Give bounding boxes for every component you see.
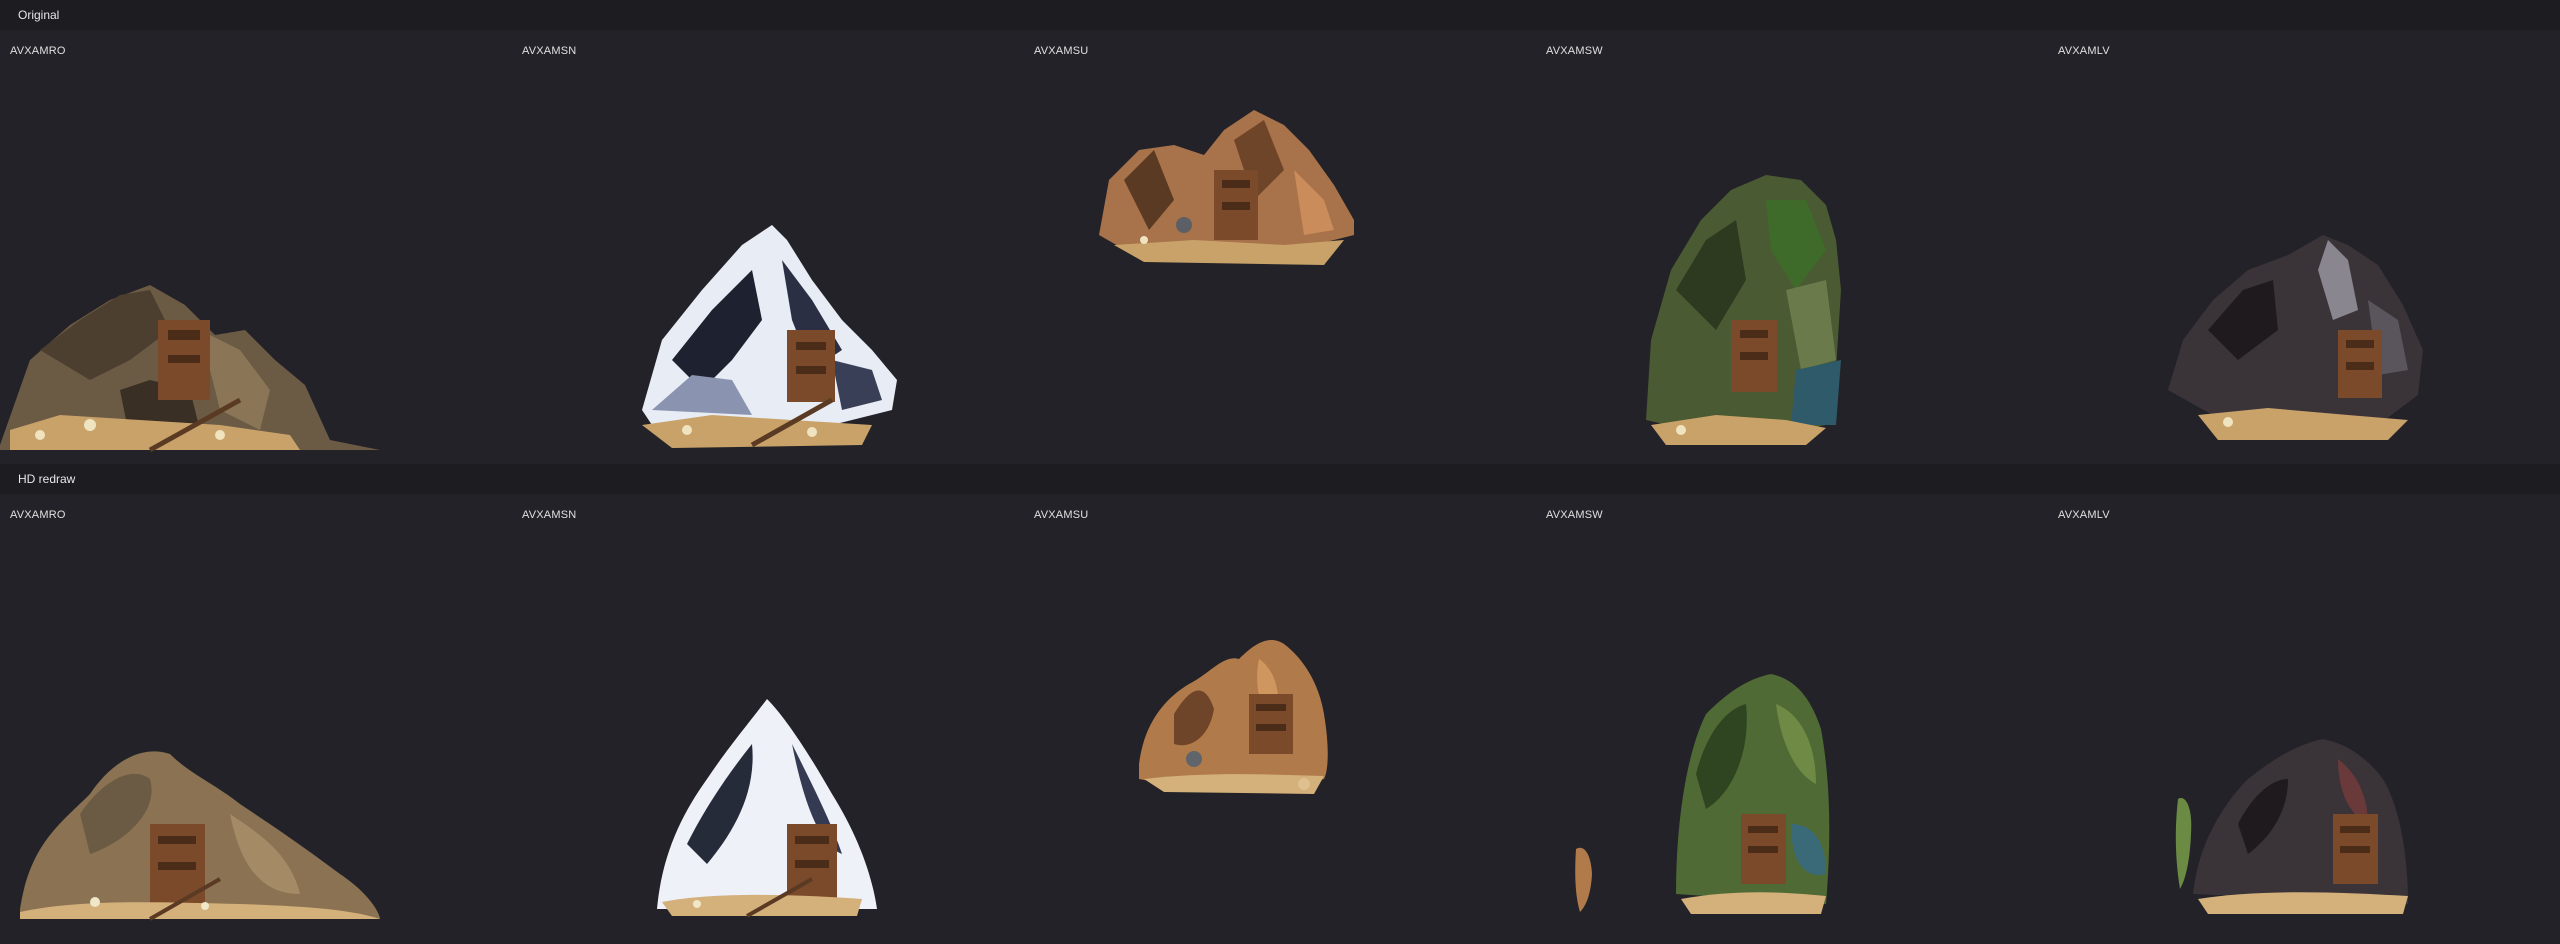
rough-mine-sprite-original xyxy=(0,285,380,453)
section-title-hd: HD redraw xyxy=(18,472,76,486)
hd-row: AVXAMRO AVXAMSN AVXAMSU AVXAMSW AVXAMLV xyxy=(0,494,2560,928)
original-cell-avxamlv: AVXAMLV xyxy=(2048,30,2560,464)
swamp-mine-sprite-hd xyxy=(1575,674,1830,914)
hd-cell-avxamsw: AVXAMSW xyxy=(1536,494,2048,928)
hd-cell-avxamsn: AVXAMSN xyxy=(512,494,1024,928)
swamp-mine-sprite-original xyxy=(1646,175,1841,445)
section-header-original: Original xyxy=(0,0,2560,30)
original-cell-avxamsw: AVXAMSW xyxy=(1536,30,2048,464)
lava-mine-sprite-original xyxy=(2168,235,2423,440)
snow-mine-sprite-original xyxy=(642,225,897,448)
snow-mine-sprite-hd xyxy=(657,699,877,918)
hd-cell-avxamsu: AVXAMSU xyxy=(1024,494,1536,928)
subterranean-mine-sprite-hd xyxy=(1139,639,1328,794)
original-cell-avxamsn: AVXAMSN xyxy=(512,30,1024,464)
original-cell-avxamsu: AVXAMSU xyxy=(1024,30,1536,464)
rough-mine-sprite-hd xyxy=(20,751,380,921)
hd-cell-avxamro: AVXAMRO xyxy=(0,494,512,928)
original-row: AVXAMRO AVXAMSN AVXAMSU AVXAMSW AVXAMLV xyxy=(0,30,2560,464)
original-cell-avxamro: AVXAMRO xyxy=(0,30,512,464)
section-header-hd: HD redraw xyxy=(0,464,2560,494)
hd-cell-avxamlv: AVXAMLV xyxy=(2048,494,2560,928)
lava-mine-sprite-hd xyxy=(2175,739,2408,914)
section-title-original: Original xyxy=(18,8,60,22)
subterranean-mine-sprite-original xyxy=(1099,110,1354,265)
